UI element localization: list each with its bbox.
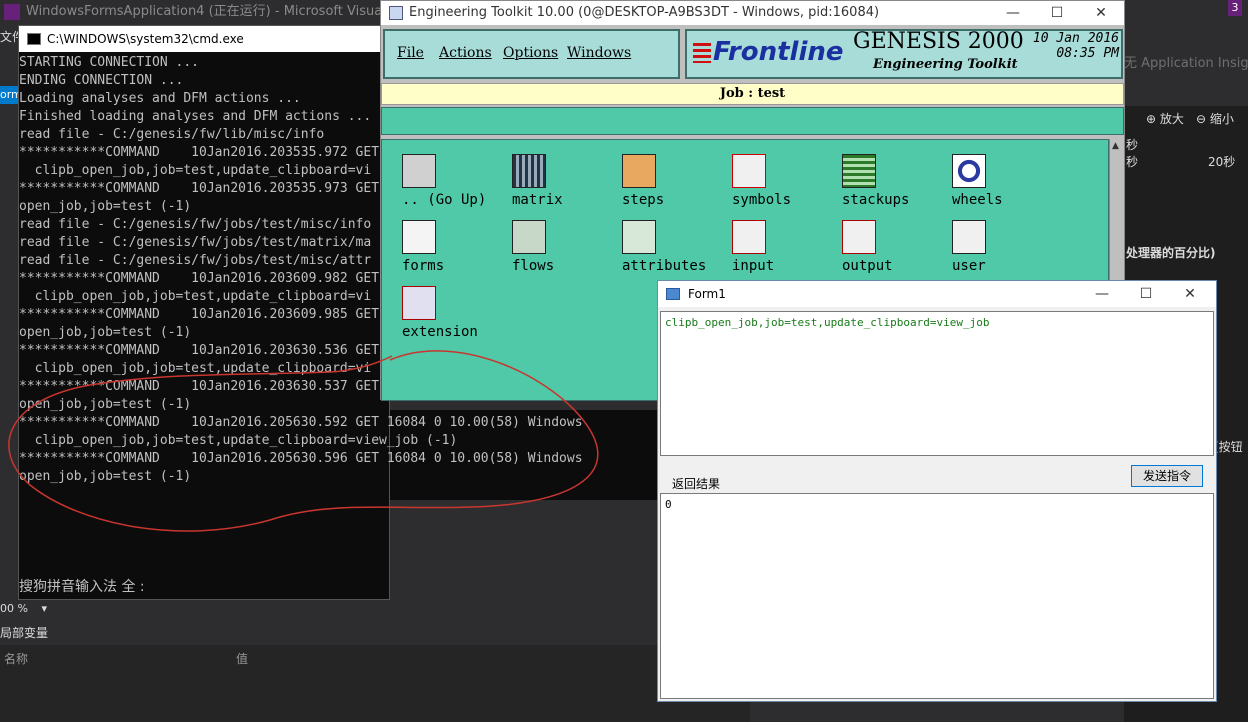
red-annotation-ellipse bbox=[8, 350, 599, 532]
